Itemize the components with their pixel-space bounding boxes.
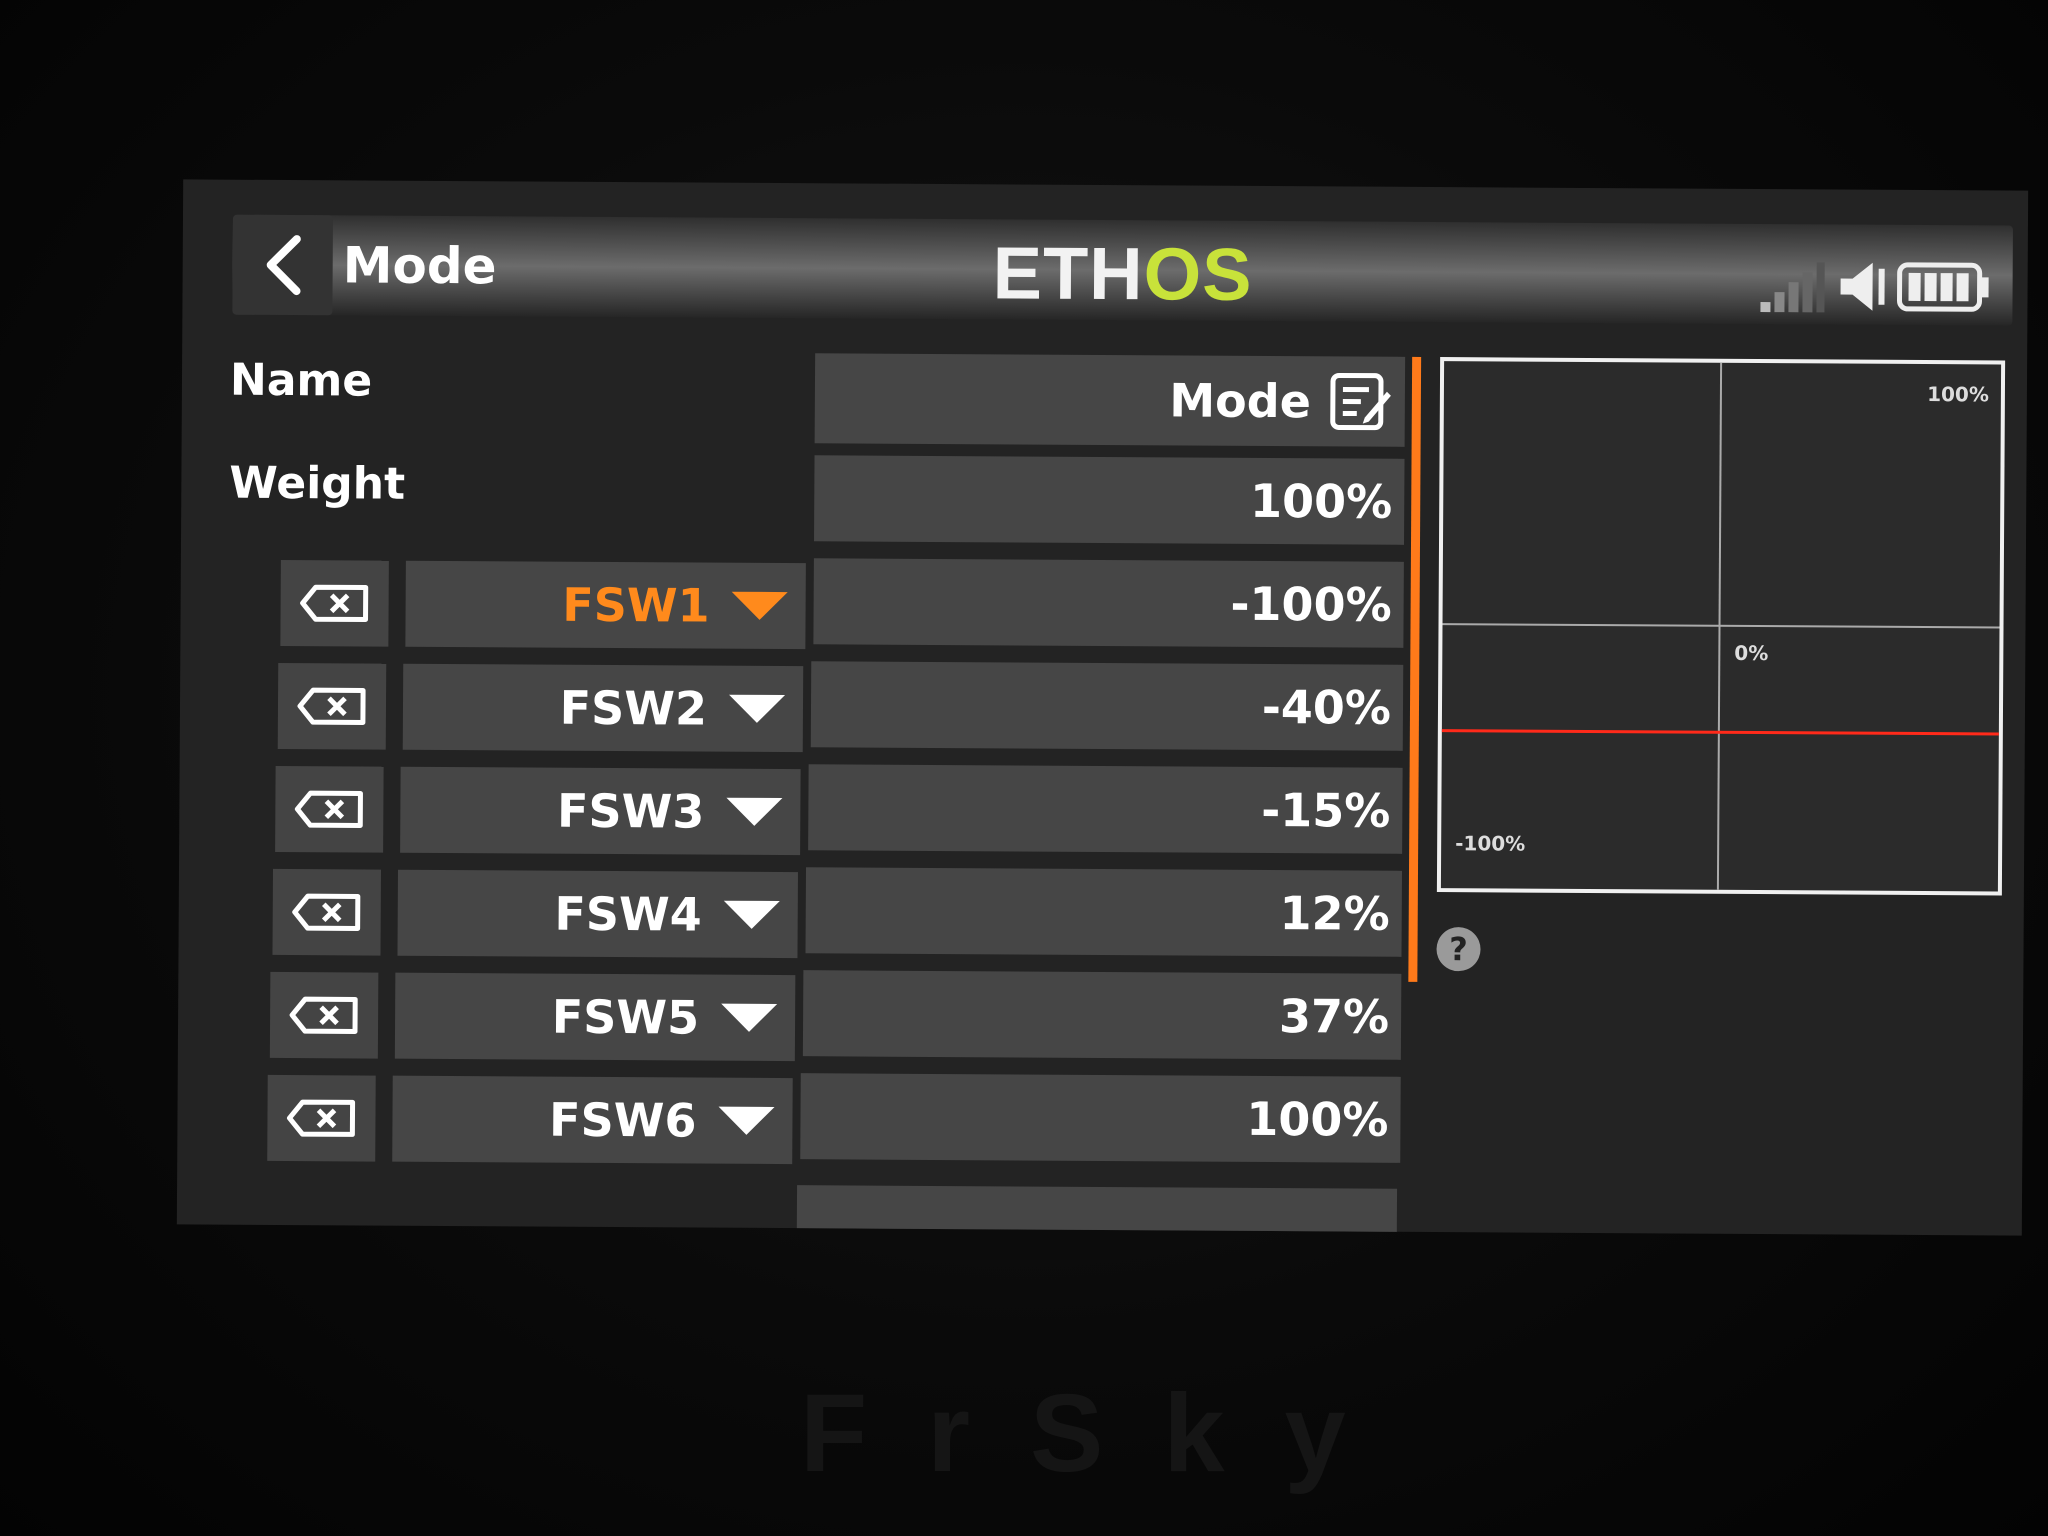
value-field[interactable]: 12% [805, 867, 1403, 957]
clear-switch-button[interactable] [269, 971, 379, 1059]
page-title: Mode [342, 236, 497, 296]
clear-switch-button[interactable] [272, 868, 381, 956]
switch-select-fsw4[interactable]: FSW4 [397, 869, 798, 959]
dropdown-arrow-icon [721, 1003, 778, 1033]
title-bar: Mode ETHOS [232, 214, 2013, 326]
value-field[interactable]: -40% [810, 661, 1404, 751]
switch-label: FSW3 [556, 783, 705, 839]
name-label: Name [229, 354, 373, 407]
switch-select-fsw1[interactable]: FSW1 [405, 560, 806, 650]
switch-label: FSW6 [548, 1092, 697, 1148]
dropdown-arrow-icon [718, 1106, 775, 1136]
curve-label-bottom: -100% [1455, 831, 1526, 856]
clear-icon [294, 790, 363, 828]
back-button[interactable] [232, 214, 333, 316]
dropdown-arrow-icon [723, 900, 780, 930]
clear-icon [300, 584, 369, 622]
curve-output-line [1441, 729, 1999, 736]
chevron-left-icon [266, 235, 301, 296]
curve-preview: 100% 0% -100% [1436, 357, 2006, 896]
add-row-button-partial[interactable] [796, 1185, 1398, 1236]
clear-switch-button[interactable] [280, 559, 389, 647]
switch-label: FSW1 [562, 577, 710, 633]
name-value: Mode [1169, 373, 1312, 429]
status-icons [1756, 244, 1992, 315]
value-field[interactable]: 37% [802, 970, 1402, 1060]
dropdown-arrow-icon [728, 694, 786, 724]
switch-label: FSW2 [559, 680, 708, 736]
value-field[interactable]: -15% [808, 764, 1403, 854]
value-field[interactable]: -100% [813, 558, 1404, 648]
clear-icon [292, 893, 361, 931]
edit-icon [1330, 372, 1391, 431]
switch-select-fsw5[interactable]: FSW5 [394, 972, 796, 1062]
switch-label: FSW4 [554, 886, 702, 942]
logo-text-accent: OS [1143, 232, 1253, 316]
brand-logo: FrSky [800, 1372, 1406, 1495]
curve-label-center: 0% [1734, 640, 1769, 666]
switch-select-fsw3[interactable]: FSW3 [400, 766, 801, 856]
help-button[interactable]: ? [1436, 927, 1481, 972]
clear-icon [289, 996, 358, 1034]
name-field[interactable]: Mode [814, 353, 1406, 447]
clear-switch-button[interactable] [277, 662, 387, 750]
switch-select-fsw2[interactable]: FSW2 [402, 663, 804, 753]
battery-icon [1896, 262, 1989, 312]
logo-text-primary: ETH [992, 231, 1144, 316]
value-field[interactable]: 100% [800, 1073, 1401, 1163]
dropdown-arrow-icon [731, 591, 788, 621]
scrollbar[interactable] [1408, 356, 1422, 982]
curve-axis-horizontal [1442, 623, 2000, 629]
clear-switch-button[interactable] [267, 1074, 376, 1162]
weight-label: Weight [229, 457, 406, 510]
signal-bars-icon [1760, 262, 1825, 313]
curve-label-top: 100% [1927, 382, 1990, 407]
speaker-icon [1840, 262, 1885, 311]
ethos-logo: ETHOS [992, 231, 1253, 316]
clear-icon [297, 687, 366, 725]
dropdown-arrow-icon [726, 797, 783, 827]
weight-field[interactable]: 100% [814, 455, 1405, 545]
clear-icon [286, 1099, 356, 1137]
clear-switch-button[interactable] [275, 765, 384, 853]
switch-select-fsw6[interactable]: FSW6 [392, 1075, 793, 1165]
radio-screen: Mode ETHOS Name Mode Weight 100% FSW1 -1… [176, 179, 2029, 1236]
switch-label: FSW5 [551, 989, 700, 1045]
